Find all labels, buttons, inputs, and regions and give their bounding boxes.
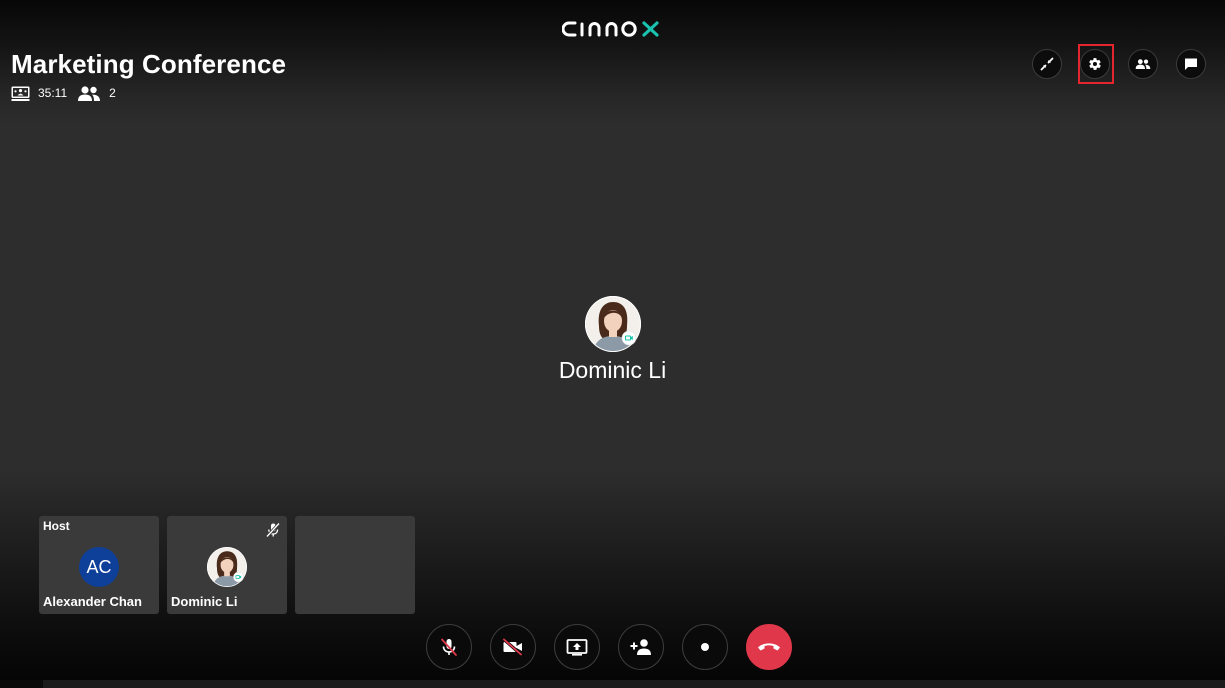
mute-mic-button[interactable] [426,624,472,670]
top-action-bar [1032,48,1208,80]
speaker-name: Dominic Li [558,357,667,383]
settings-highlight-box [1078,44,1114,84]
share-screen-icon [566,639,588,656]
meeting-title: Marketing Conference [11,49,287,79]
brand-logo [0,17,1225,41]
minimize-button[interactable] [1032,49,1062,79]
participant-tile-host[interactable]: Host AC Alexander Chan [39,516,159,614]
person-photo-icon [207,547,247,587]
end-call-button[interactable] [746,624,792,670]
participants-icon [1135,59,1151,69]
participants-button[interactable] [1128,49,1158,79]
participant-count: 2 [109,86,116,100]
camera-off-icon [502,638,523,656]
avatar-initials: AC [79,547,119,587]
host-tag: Host [43,519,70,533]
chat-icon [1185,58,1197,70]
presentation-icon [11,86,30,101]
call-controls [426,624,796,672]
video-call-screen: Marketing Conference 35:11 2 Dominic Li … [0,0,1225,688]
participant-name: Dominic Li [171,594,238,609]
active-speaker: Dominic Li [0,296,1225,385]
meeting-duration: 35:11 [38,86,68,100]
participant-avatar [207,547,247,587]
meeting-header: Marketing Conference 35:11 2 [11,48,286,101]
record-button[interactable] [682,624,728,670]
cinnox-logo [561,21,659,37]
progress-fill [0,680,43,688]
mic-off-icon [441,638,457,656]
empty-tile [295,516,415,614]
add-participant-button[interactable] [618,624,664,670]
minimize-icon [1040,57,1054,71]
progress-bar [0,680,1225,688]
person-photo-icon [584,296,641,352]
add-participant-icon [630,639,651,655]
record-icon [701,643,709,651]
mic-muted-icon [265,522,281,543]
meeting-meta: 35:11 2 [11,85,286,101]
participants-count-icon [77,85,101,101]
participant-name: Alexander Chan [43,594,142,609]
participant-tile[interactable]: Dominic Li [167,516,287,614]
share-screen-button[interactable] [554,624,600,670]
speaker-avatar [584,296,641,352]
end-call-icon [758,643,780,651]
camera-toggle-button[interactable] [490,624,536,670]
chat-button[interactable] [1176,49,1206,79]
